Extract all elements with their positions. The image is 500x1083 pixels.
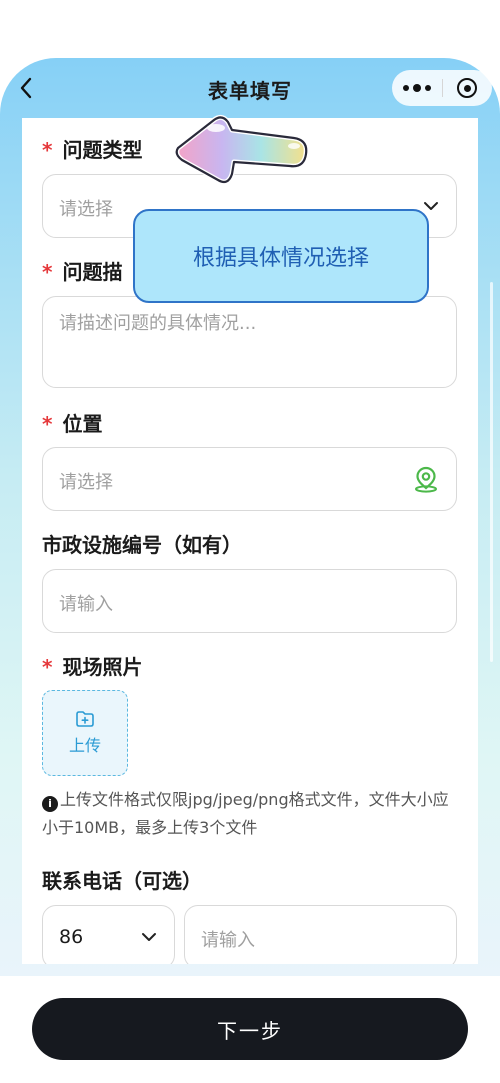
phone-input[interactable]: 请输入 xyxy=(184,905,457,964)
country-code-select[interactable]: 86 xyxy=(42,905,175,964)
facility-no-input[interactable]: 请输入 xyxy=(42,569,457,633)
phone-placeholder: 请输入 xyxy=(201,930,255,951)
required-mark: * xyxy=(42,412,53,436)
photos-label: * 现场照片 xyxy=(42,655,143,679)
problem-desc-label: * 问题描 xyxy=(42,260,123,284)
chevron-down-icon xyxy=(424,202,438,210)
info-icon: i xyxy=(42,796,58,812)
guide-tooltip-text: 根据具体情况选择 xyxy=(192,246,369,271)
required-mark: * xyxy=(42,655,53,679)
upload-hint: i 上传文件格式仅限jpg/jpeg/png格式文件，文件大小应小于10MB，最多… xyxy=(42,786,462,842)
problem-desc-textarea[interactable]: 请描述问题的具体情况... xyxy=(42,296,457,388)
required-mark: * xyxy=(42,260,53,284)
mini-program-capsule xyxy=(392,70,492,106)
pointing-hand-icon xyxy=(174,114,309,185)
location-label: * 位置 xyxy=(42,412,103,436)
problem-type-label: * 问题类型 xyxy=(42,138,143,162)
facility-no-placeholder: 请输入 xyxy=(59,594,113,615)
location-placeholder: 请选择 xyxy=(59,472,113,493)
required-mark: * xyxy=(42,138,53,162)
footer-bar: 下一步 xyxy=(0,976,500,1083)
chevron-down-icon xyxy=(142,933,156,941)
folder-add-icon xyxy=(76,711,94,727)
next-step-button[interactable]: 下一步 xyxy=(32,998,468,1060)
guide-tooltip: 根据具体情况选择 xyxy=(133,209,429,303)
close-miniprogram-button[interactable] xyxy=(442,70,492,106)
location-select[interactable]: 请选择 xyxy=(42,447,457,511)
upload-hint-text: 上传文件格式仅限jpg/jpeg/png格式文件，文件大小应小于10MB，最多上… xyxy=(42,790,449,837)
problem-desc-placeholder: 请描述问题的具体情况... xyxy=(59,313,257,334)
more-dots-icon xyxy=(402,85,409,91)
upload-photo-button[interactable]: 上传 xyxy=(42,690,128,776)
problem-type-placeholder: 请选择 xyxy=(59,199,113,220)
more-button[interactable] xyxy=(392,70,442,106)
location-pin-icon[interactable] xyxy=(412,465,440,493)
facility-no-label: 市政设施编号（如有） xyxy=(42,533,242,557)
target-circle-icon xyxy=(457,78,478,98)
country-code-value: 86 xyxy=(59,926,84,948)
upload-label: 上传 xyxy=(68,736,101,755)
phone-label: 联系电话（可选） xyxy=(42,869,202,893)
scrollbar[interactable] xyxy=(490,282,493,662)
